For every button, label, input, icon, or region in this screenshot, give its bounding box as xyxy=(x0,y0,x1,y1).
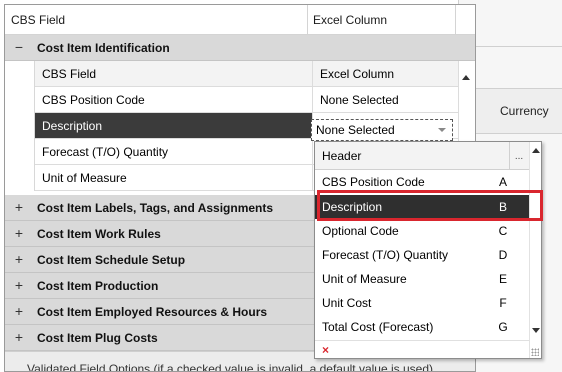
option-column-letter: D xyxy=(498,248,508,262)
more-options-icon[interactable]: ... xyxy=(511,142,527,172)
field-name-cell[interactable]: Unit of Measure xyxy=(35,165,313,191)
column-divider xyxy=(455,5,456,35)
dropdown-option[interactable]: Unit Cost F xyxy=(315,291,529,315)
column-header-cbs-field[interactable]: CBS Field xyxy=(5,5,307,35)
combobox-value: None Selected xyxy=(316,123,395,137)
chevron-down-icon[interactable] xyxy=(438,128,446,132)
excel-column-dropdown: Header ... CBS Position Code A Descripti… xyxy=(314,141,543,359)
expand-icon[interactable]: + xyxy=(13,273,25,298)
group-label: Cost Item Production xyxy=(37,279,159,293)
option-name: Total Cost (Forecast) xyxy=(322,320,434,334)
expand-icon[interactable]: + xyxy=(13,247,25,272)
dropdown-option[interactable]: Total Cost (Forecast) G xyxy=(315,315,529,339)
collapse-icon[interactable]: − xyxy=(13,35,25,60)
table-row[interactable]: CBS Position Code None Selected xyxy=(5,87,475,113)
group-label: Cost Item Plug Costs xyxy=(37,331,158,345)
dropdown-option[interactable]: Optional Code C xyxy=(315,219,529,243)
dropdown-option-selected[interactable]: Description B xyxy=(315,195,529,219)
expand-icon[interactable]: + xyxy=(13,325,25,350)
arrow-up-icon[interactable] xyxy=(532,148,540,153)
option-column-letter: A xyxy=(498,175,507,189)
currency-column-label: Currency xyxy=(500,104,549,118)
option-column-letter: F xyxy=(499,296,507,310)
group-label: Cost Item Work Rules xyxy=(37,227,161,241)
group-label: Cost Item Labels, Tags, and Assignments xyxy=(37,201,274,215)
group-label: Cost Item Schedule Setup xyxy=(37,253,186,267)
row-indent xyxy=(5,113,35,139)
clear-selection-icon[interactable]: × xyxy=(322,341,329,359)
group-label: Cost Item Employed Resources & Hours xyxy=(37,305,268,319)
expand-icon[interactable]: + xyxy=(13,195,25,220)
dropdown-option[interactable]: Unit of Measure E xyxy=(315,267,529,291)
dropdown-option[interactable]: CBS Position Code A xyxy=(315,170,529,194)
dropdown-header: Header ... xyxy=(315,142,541,170)
arrow-down-icon[interactable] xyxy=(532,328,540,333)
group-row-cost-item-identification[interactable]: − Cost Item Identification xyxy=(5,35,475,80)
sub-header-cbs-field[interactable]: CBS Field xyxy=(35,61,313,87)
option-name: Description xyxy=(322,200,383,214)
field-name-cell[interactable]: Forecast (T/O) Quantity xyxy=(35,139,313,165)
row-indent xyxy=(5,139,35,165)
option-column-letter: E xyxy=(498,272,507,286)
field-name-cell[interactable]: Description xyxy=(35,113,313,139)
sub-grid-header: CBS Field Excel Column xyxy=(5,61,475,87)
expand-icon[interactable]: + xyxy=(13,299,25,324)
sub-header-excel-column[interactable]: Excel Column xyxy=(313,61,459,87)
option-name: Unit Cost xyxy=(322,296,372,310)
excel-column-combobox[interactable]: None Selected xyxy=(311,119,453,141)
field-name-cell[interactable]: CBS Position Code xyxy=(35,87,313,113)
row-indent xyxy=(5,165,35,191)
option-name: CBS Position Code xyxy=(322,175,425,189)
row-indent xyxy=(5,87,35,113)
grid-header: CBS Field Excel Column xyxy=(5,5,475,35)
excel-column-cell[interactable]: None Selected xyxy=(313,87,459,113)
validated-field-options-text: Validated Field Options (if a checked va… xyxy=(27,362,434,371)
dropdown-header-divider xyxy=(509,142,510,170)
option-name: Optional Code xyxy=(322,224,399,238)
dropdown-scrollbar[interactable] xyxy=(529,142,541,358)
option-name: Forecast (T/O) Quantity xyxy=(322,248,449,262)
dropdown-option[interactable]: Forecast (T/O) Quantity D xyxy=(315,243,529,267)
expand-icon[interactable]: + xyxy=(13,221,25,246)
option-column-letter: B xyxy=(498,200,507,214)
column-header-excel-column[interactable]: Excel Column xyxy=(307,5,453,35)
option-name: Unit of Measure xyxy=(322,272,407,286)
option-column-letter: C xyxy=(498,224,508,238)
group-label: Cost Item Identification xyxy=(37,41,170,55)
option-column-letter: G xyxy=(498,320,508,334)
resize-grip-icon[interactable] xyxy=(531,348,539,356)
dropdown-header-label: Header xyxy=(322,149,362,163)
row-indent xyxy=(5,61,35,87)
dropdown-footer: × xyxy=(315,340,529,358)
